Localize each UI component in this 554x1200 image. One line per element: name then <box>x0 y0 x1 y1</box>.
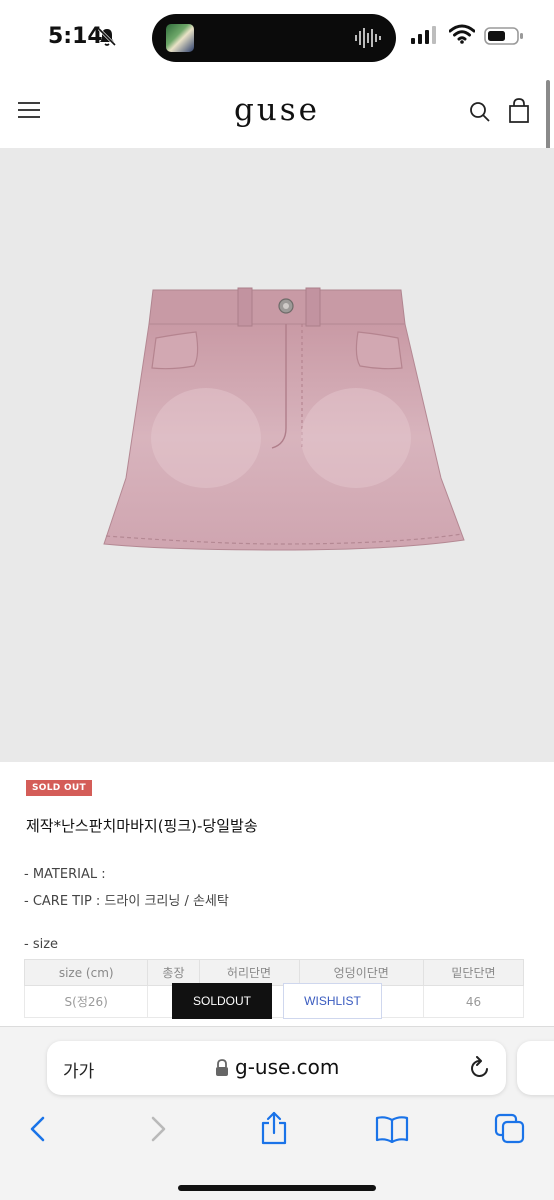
now-playing-artwork <box>166 24 194 52</box>
pink-denim-skirt-photo <box>103 287 465 551</box>
status-bar: 5:14 <box>0 0 554 76</box>
care-tip-info: - CARE TIP : 드라이 크리닝 / 손세탁 <box>24 894 229 909</box>
url-text[interactable]: g-use.com <box>235 1055 339 1079</box>
product-name: 제작*난스판치마바지(핑크)-당일발송 <box>26 817 258 835</box>
next-tab-preview[interactable] <box>517 1041 554 1095</box>
search-icon[interactable] <box>469 101 491 127</box>
wishlist-button[interactable]: WISHLIST <box>283 983 382 1019</box>
lock-icon <box>215 1059 229 1081</box>
address-bar[interactable]: 가가 g-use.com <box>47 1041 506 1095</box>
tabs-icon[interactable] <box>494 1113 526 1149</box>
battery-icon <box>484 26 524 50</box>
size-label: - size <box>24 937 59 952</box>
safari-bottom-bar: 가가 g-use.com <box>0 1026 554 1200</box>
audio-waveform-icon <box>354 26 382 54</box>
silent-bell-icon <box>96 26 118 52</box>
shopping-bag-icon[interactable] <box>508 98 530 128</box>
status-time: 5:14 <box>48 24 103 49</box>
text-size-button[interactable]: 가가 <box>63 1057 94 1082</box>
bookmarks-icon[interactable] <box>375 1115 409 1147</box>
reload-icon[interactable] <box>469 1056 491 1084</box>
home-indicator[interactable] <box>178 1185 376 1191</box>
back-chevron-icon[interactable] <box>26 1115 50 1147</box>
sold-out-badge: SOLD OUT <box>26 780 92 796</box>
purchase-action-bar: SOLDOUT WISHLIST <box>0 976 554 1026</box>
forward-chevron-icon[interactable] <box>146 1115 170 1147</box>
wifi-icon <box>448 24 476 48</box>
cellular-signal-icon <box>411 26 437 48</box>
soldout-button[interactable]: SOLDOUT <box>172 983 272 1019</box>
dynamic-island[interactable] <box>152 14 396 62</box>
share-icon[interactable] <box>259 1111 289 1149</box>
material-info: - MATERIAL : <box>24 867 106 882</box>
site-header: guse <box>0 76 554 148</box>
product-image[interactable] <box>0 148 554 762</box>
